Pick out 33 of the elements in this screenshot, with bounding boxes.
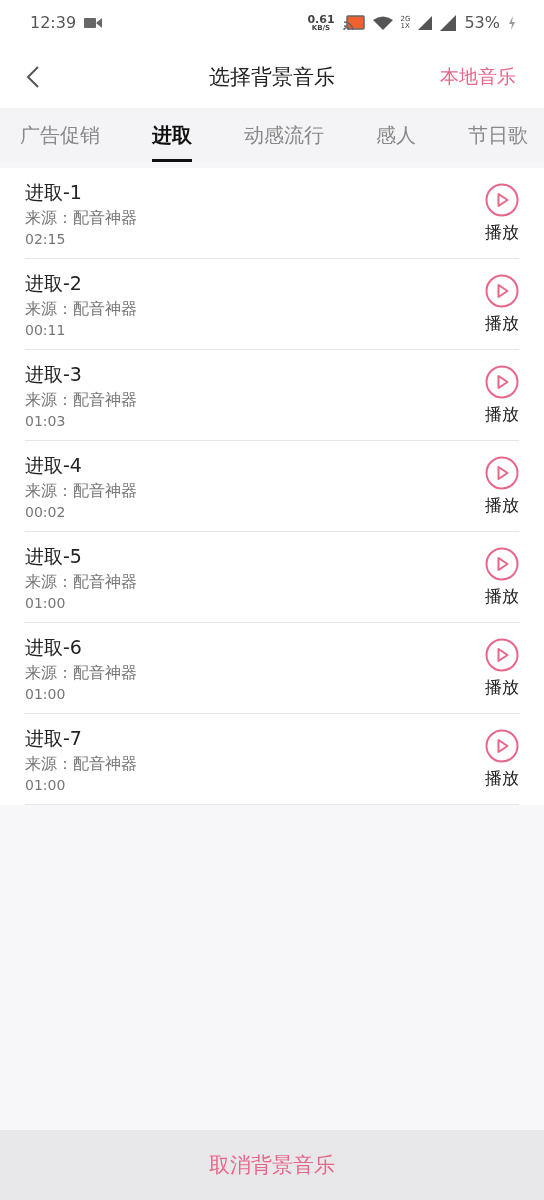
network-speed: 0.61 [307,13,335,25]
video-icon [84,16,103,29]
back-button[interactable] [26,64,40,89]
track-source: 来源：配音神器 [25,389,138,411]
track-title: 进取-6 [25,634,83,660]
track-duration: 02:15 [25,230,67,247]
track-duration: 00:02 [25,503,67,520]
track-title: 进取-7 [25,725,83,751]
track-source: 来源：配音神器 [25,753,138,775]
track-title: 进取-4 [25,452,83,478]
track-duration: 01:03 [25,412,67,429]
cast-icon [342,14,365,31]
page-title: 选择背景音乐 [209,64,335,89]
track-source: 来源：配音神器 [25,662,138,684]
battery-level: 53% [464,13,500,32]
track-title: 进取-2 [25,270,83,296]
track-source: 来源：配音神器 [25,207,138,229]
charging-icon [508,15,516,30]
track-duration: 01:00 [25,776,67,793]
track-duration: 00:11 [25,321,67,338]
signal-icon [418,15,433,30]
track-source: 来源：配音神器 [25,298,138,320]
track-duration: 01:00 [25,594,67,611]
track-title: 进取-5 [25,543,83,569]
track-source: 来源：配音神器 [25,571,138,593]
signal-icon [440,14,457,31]
category-tab[interactable]: 进取 [152,108,192,162]
track-title: 进取-3 [25,361,83,387]
track-title: 进取-1 [25,179,83,205]
track-source: 来源：配音神器 [25,480,138,502]
wifi-icon [372,15,393,30]
track-duration: 01:00 [25,685,67,702]
clock: 12:39 [30,13,77,32]
